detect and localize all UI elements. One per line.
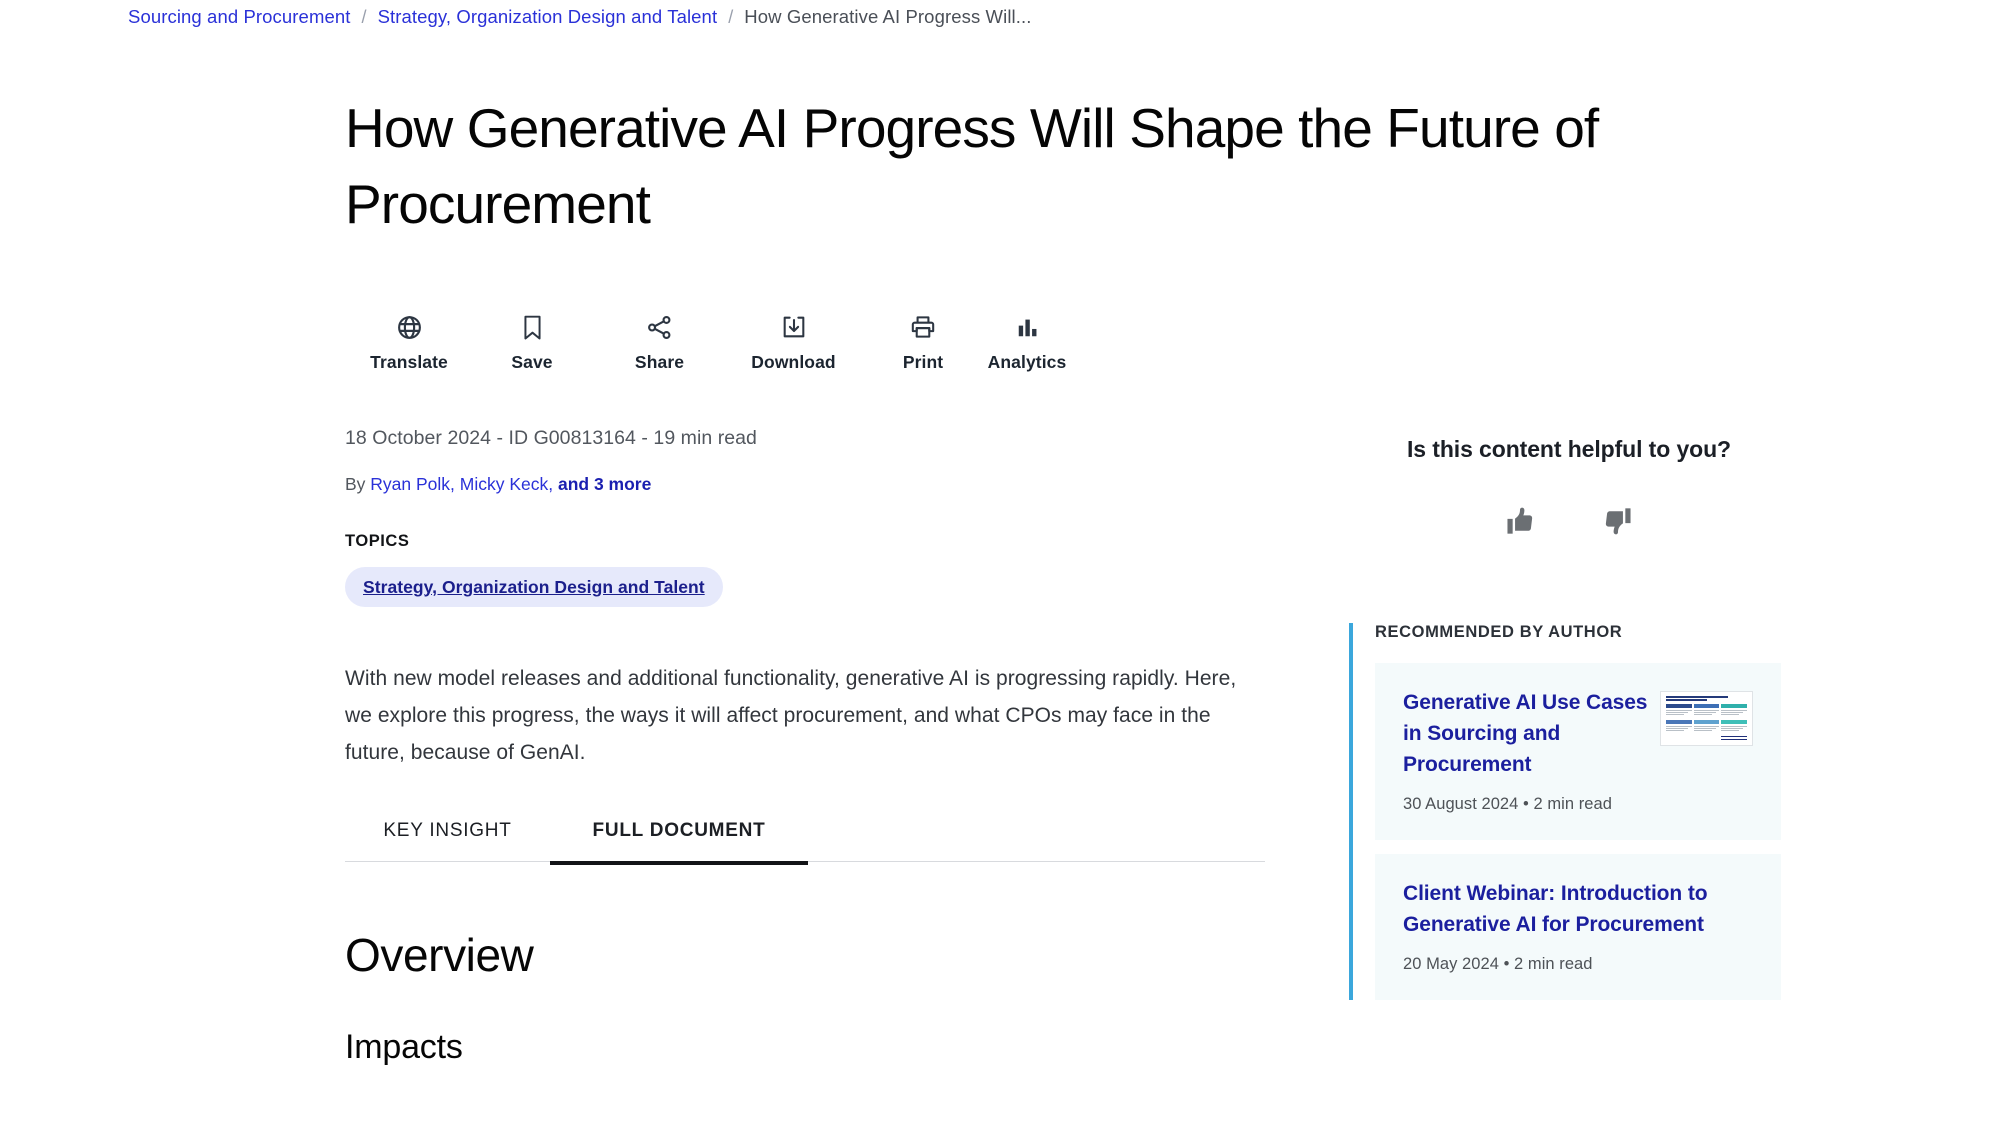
share-button[interactable]: Share (591, 310, 728, 373)
translate-label: Translate (370, 352, 448, 372)
share-label: Share (634, 352, 685, 372)
document-abstract: With new model releases and additional f… (345, 667, 1237, 764)
document-header: How Generative AI Progress Will Shape th… (345, 90, 1599, 242)
page-title: How Generative AI Progress Will Shape th… (345, 97, 1599, 235)
analytics-button[interactable]: Analytics (987, 310, 1067, 373)
breadcrumb-current-page: How Generative AI Progress Will... (744, 6, 1032, 27)
save-button[interactable]: Save (473, 310, 591, 373)
recommended-label: RECOMMENDED BY AUTHOR (1375, 623, 1623, 641)
byline-prefix: By (345, 474, 371, 494)
recommended-card-meta: 30 August 2024 • 2 min read (1403, 795, 1612, 813)
topics-label: TOPICS (345, 532, 410, 550)
authors-more-link[interactable]: and 3 more (553, 474, 651, 494)
thumbnail-title-line (1666, 698, 1707, 701)
analytics-icon (1015, 310, 1040, 344)
recommended-card-text: Client Webinar: Introduction to Generati… (1403, 878, 1753, 974)
thumbnail-cell (1721, 703, 1747, 718)
topic-chip-strategy-organization-design-and-talent[interactable]: Strategy, Organization Design and Talent (345, 567, 723, 607)
translate-button[interactable]: Translate (345, 310, 473, 373)
thumbnail-cell (1721, 719, 1747, 734)
thumbs-up-icon (1504, 505, 1536, 540)
breadcrumb-separator: / (728, 6, 734, 27)
print-button[interactable]: Print (859, 310, 987, 373)
globe-icon (396, 310, 423, 344)
recommended-card-text: Generative AI Use Cases in Sourcing and … (1403, 687, 1648, 814)
section-heading-impacts: Impacts (345, 1028, 463, 1066)
author-links[interactable]: Ryan Polk, Micky Keck, (370, 474, 553, 494)
feedback-question: Is this content helpful to you? (1407, 436, 1731, 462)
print-label: Print (902, 352, 944, 372)
thumbs-down-button[interactable] (1602, 505, 1634, 540)
thumbnail-cell (1693, 703, 1720, 718)
recommended-card-title[interactable]: Generative AI Use Cases in Sourcing and … (1403, 687, 1648, 780)
document-action-toolbar: Translate Save Share Download Print Anal… (345, 310, 1067, 373)
download-icon (781, 310, 807, 344)
section-heading-overview: Overview (345, 929, 534, 981)
thumbnail-title-line (1666, 696, 1728, 698)
feedback-buttons (1349, 505, 1789, 540)
breadcrumb-separator: / (361, 6, 367, 27)
tab-full-document[interactable]: FULL DOCUMENT (550, 800, 808, 865)
tab-key-insight[interactable]: KEY INSIGHT (345, 800, 550, 861)
bookmark-icon (520, 310, 545, 344)
download-button[interactable]: Download (728, 310, 859, 373)
thumbs-down-icon (1602, 505, 1634, 540)
thumbs-up-button[interactable] (1504, 505, 1536, 540)
recommended-card-title[interactable]: Client Webinar: Introduction to Generati… (1403, 878, 1713, 940)
document-meta: 18 October 2024 - ID G00813164 - 19 min … (345, 427, 757, 449)
breadcrumb-item-sourcing-and-procurement[interactable]: Sourcing and Procurement (128, 6, 350, 28)
save-label: Save (511, 352, 553, 372)
recommended-card-meta: 20 May 2024 • 2 min read (1403, 955, 1593, 973)
analytics-label: Analytics (987, 352, 1067, 372)
table-graphic-thumbnail (1660, 691, 1753, 746)
share-icon (646, 310, 673, 344)
recommended-card[interactable]: Client Webinar: Introduction to Generati… (1375, 854, 1781, 1000)
byline: By Ryan Polk, Micky Keck, and 3 more (345, 474, 651, 495)
breadcrumb: Sourcing and Procurement / Strategy, Org… (128, 6, 1031, 28)
thumbnail-cell (1666, 719, 1692, 734)
thumbnail-footer (1666, 736, 1747, 741)
thumbnail-grid (1666, 703, 1747, 734)
print-icon (910, 310, 936, 344)
download-label: Download (751, 352, 836, 372)
recommended-by-author-section: RECOMMENDED BY AUTHOR Generative AI Use … (1349, 623, 1781, 1000)
document-tabs: KEY INSIGHT FULL DOCUMENT (345, 800, 1265, 865)
breadcrumb-item-strategy-organization-design-and-talent[interactable]: Strategy, Organization Design and Talent (378, 6, 718, 28)
thumbnail-cell (1693, 719, 1720, 734)
recommended-card[interactable]: Generative AI Use Cases in Sourcing and … (1375, 663, 1781, 840)
thumbnail-cell (1666, 703, 1692, 718)
